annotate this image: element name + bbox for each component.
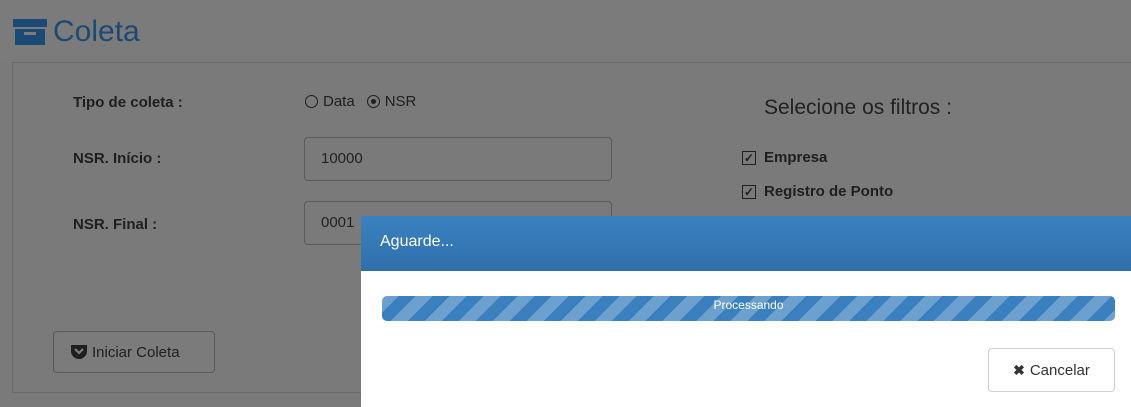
close-icon: ✖	[1013, 361, 1025, 378]
checkbox-empresa[interactable]: ✓	[742, 150, 756, 165]
radio-option-data[interactable]: Data	[305, 93, 355, 110]
modal-title: Aguarde...	[380, 233, 454, 250]
start-collection-label: Iniciar Coleta	[92, 343, 180, 361]
filter-empresa[interactable]: ✓ Empresa	[742, 149, 827, 166]
nsr-start-input[interactable]: 10000	[304, 137, 612, 181]
filter-registro-ponto[interactable]: ✓ Registro de Ponto	[742, 183, 893, 200]
pocket-icon	[71, 345, 87, 359]
filters-title: Selecione os filtros :	[764, 96, 952, 119]
filter-empresa-label: Empresa	[764, 149, 828, 166]
progress-bar: Processando	[382, 296, 1115, 321]
collection-type-label: Tipo de coleta :	[73, 94, 183, 111]
archive-icon	[13, 19, 47, 45]
filter-registro-ponto-label: Registro de Ponto	[764, 183, 894, 200]
radio-data-circle[interactable]	[305, 95, 318, 108]
radio-nsr-circle[interactable]	[366, 95, 380, 108]
modal-header: Aguarde...	[361, 216, 1131, 271]
radio-option-nsr[interactable]: NSR	[366, 93, 417, 110]
radio-nsr-label: NSR	[384, 93, 417, 110]
nsr-end-label: NSR. Final :	[73, 216, 158, 233]
cancel-label: Cancelar	[1029, 361, 1090, 379]
collection-type-radio-group: Data NSR	[305, 93, 428, 110]
cancel-button[interactable]: ✖ Cancelar	[988, 348, 1115, 392]
page-title: Coleta	[53, 15, 140, 48]
wait-modal: Aguarde... Processando ✖ Cancelar	[361, 216, 1131, 407]
checkbox-registro-ponto[interactable]: ✓	[742, 184, 756, 199]
page-header: Coleta	[0, 0, 1131, 62]
progress-label: Processando	[713, 298, 784, 312]
nsr-start-label: NSR. Início :	[73, 150, 162, 167]
start-collection-button[interactable]: Iniciar Coleta	[53, 331, 215, 373]
radio-data-label: Data	[323, 93, 355, 110]
